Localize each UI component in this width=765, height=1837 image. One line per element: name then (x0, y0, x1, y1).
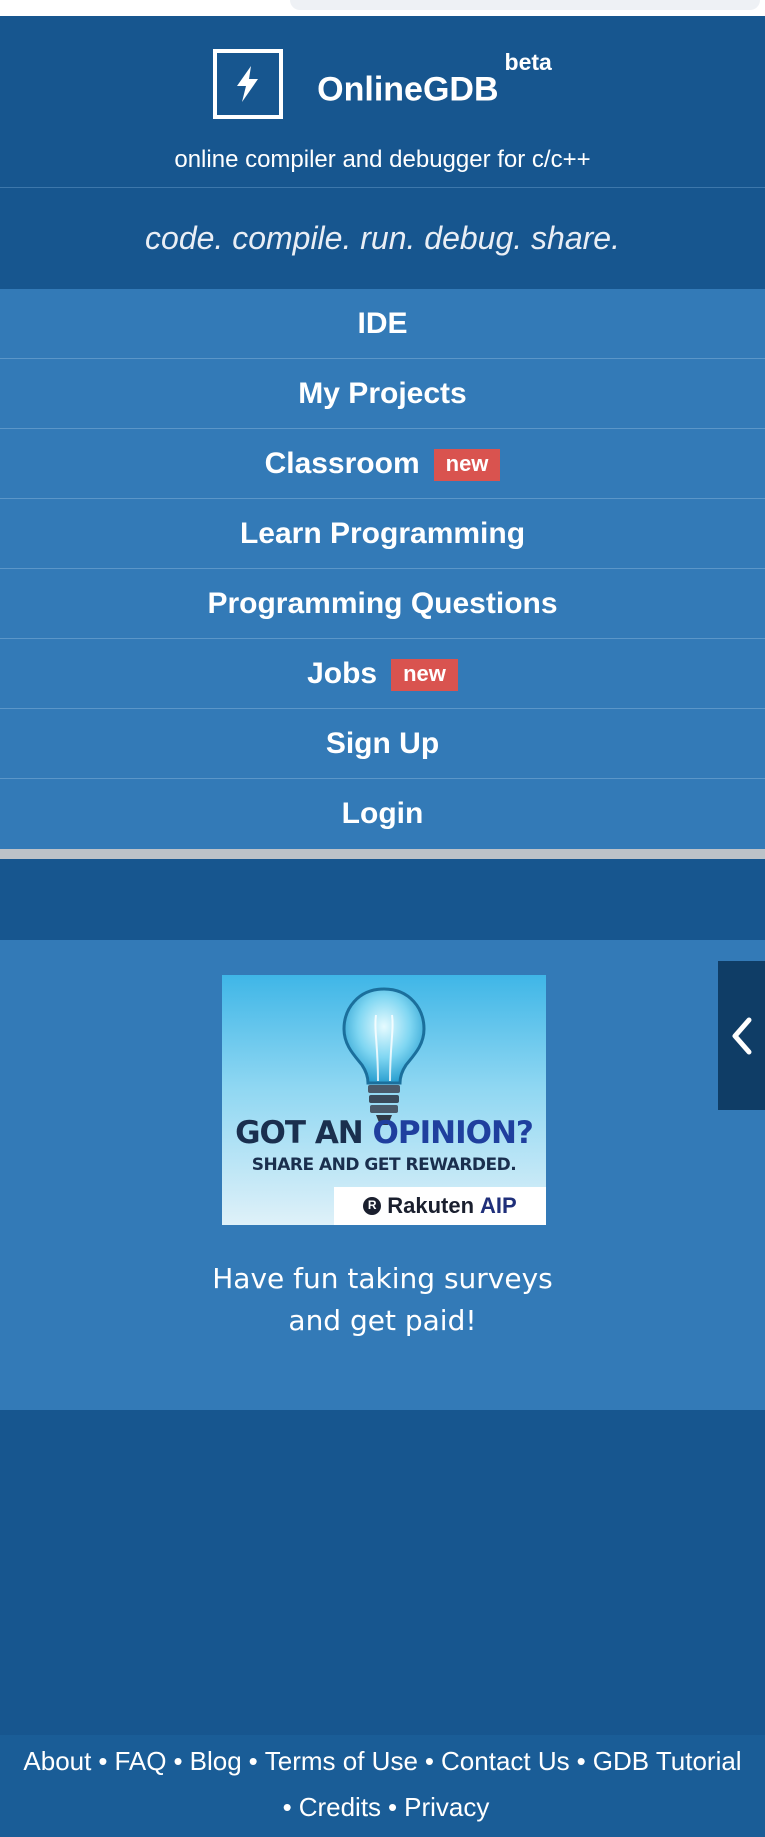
footer-link-privacy[interactable]: Privacy (404, 1792, 489, 1822)
footer-link-label: GDB Tutorial (592, 1746, 742, 1776)
brand-name: OnlineGDB (317, 70, 499, 109)
nav-item-classroom[interactable]: Classroom new (0, 429, 765, 499)
beta-badge: beta (504, 49, 552, 76)
nav-item-label: Learn Programming (239, 516, 526, 550)
footer-separator: • (424, 1746, 435, 1776)
lightbulb-icon (342, 987, 426, 1125)
footer-links-line1: About • FAQ • Blog • Terms of Use • Contact Us • G… (0, 1738, 765, 1784)
nav-item-my-projects[interactable]: My Projects (0, 359, 765, 429)
browser-tab-edge (290, 0, 760, 10)
nav-item-sign-up[interactable]: Sign Up (0, 709, 765, 779)
new-badge: new (391, 658, 458, 691)
side-panel-toggle[interactable] (718, 961, 765, 1110)
footer-separator: • (248, 1746, 258, 1776)
footer-link-blog[interactable]: Blog (190, 1746, 242, 1776)
ad-banner[interactable]: GOT AN OPINION? SHARE AND GET REWARDED. … (222, 975, 546, 1225)
promo-text-line1: Have fun taking surveys (212, 1262, 553, 1295)
brand-title: OnlineGDBbeta (317, 51, 552, 109)
ad-headline: GOT AN OPINION? (222, 1115, 546, 1151)
brand-row[interactable]: OnlineGDBbeta (0, 46, 765, 122)
nav-item-label: Login (341, 797, 424, 830)
site-header: OnlineGDBbeta online compiler and debugg… (0, 16, 765, 187)
footer-link-terms[interactable]: Terms of Use (265, 1746, 418, 1776)
site-footer: About • FAQ • Blog • Terms of Use • Contact Us • G… (0, 1735, 765, 1837)
nav-item-label: My Projects (298, 376, 467, 410)
ad-brand-name: Rakuten (387, 1193, 475, 1218)
ad-brand-logo: Rakuten AIP (334, 1187, 546, 1225)
footer-links-line2: • Credits • Privacy (0, 1784, 765, 1830)
promo-section: GOT AN OPINION? SHARE AND GET REWARDED. … (0, 940, 765, 1410)
nav-item-label: Classroom (264, 446, 420, 480)
tagline: code. compile. run. debug. share. (0, 187, 765, 289)
footer-link-contact[interactable]: Contact Us (441, 1746, 570, 1776)
footer-link-about[interactable]: About (23, 1746, 91, 1776)
new-badge: new (433, 448, 501, 481)
ad-subline: SHARE AND GET REWARDED. (251, 1155, 517, 1175)
chevron-left-icon (732, 1017, 751, 1054)
section-divider (0, 849, 765, 859)
nav-item-jobs[interactable]: Jobs new (0, 639, 765, 709)
footer-separator: • (173, 1746, 183, 1776)
rakuten-logo-icon (363, 1197, 382, 1215)
nav-item-ide[interactable]: IDE (0, 289, 765, 359)
nav-item-login[interactable]: Login (0, 779, 765, 849)
site-subtitle: online compiler and debugger for c/c++ (174, 146, 591, 173)
spacer (0, 1410, 765, 1747)
footer-link-faq[interactable]: FAQ (114, 1746, 166, 1776)
footer-separator: • (388, 1792, 398, 1822)
spacer (0, 859, 765, 940)
browser-top-strip (0, 0, 765, 16)
promo-text-line2: and get paid! (288, 1304, 477, 1337)
nav-item-label: IDE (357, 306, 408, 340)
ad-brand-suffix: AIP (480, 1193, 517, 1218)
nav-item-learn-programming[interactable]: Learn Programming (0, 499, 765, 569)
footer-separator: • (98, 1746, 108, 1776)
nav-item-programming-questions[interactable]: Programming Questions (0, 569, 765, 639)
main-nav: IDE My Projects Classroom new Learn Prog… (0, 289, 765, 849)
nav-item-label: Programming Questions (207, 586, 558, 620)
promo-text[interactable]: Have fun taking surveys and get paid! (0, 1258, 765, 1342)
ad-headline-part1: GOT AN (235, 1115, 373, 1151)
nav-item-label: Jobs (307, 656, 378, 690)
footer-separator: • (576, 1746, 586, 1776)
nav-item-label: Sign Up (325, 726, 440, 760)
footer-separator: • (282, 1792, 292, 1822)
lightning-icon (213, 49, 284, 119)
footer-link-gdb-tutorial[interactable]: GDB Tutorial (593, 1746, 742, 1776)
footer-link-credits[interactable]: Credits (299, 1792, 381, 1822)
ad-headline-part2: OPINION? (372, 1115, 534, 1151)
